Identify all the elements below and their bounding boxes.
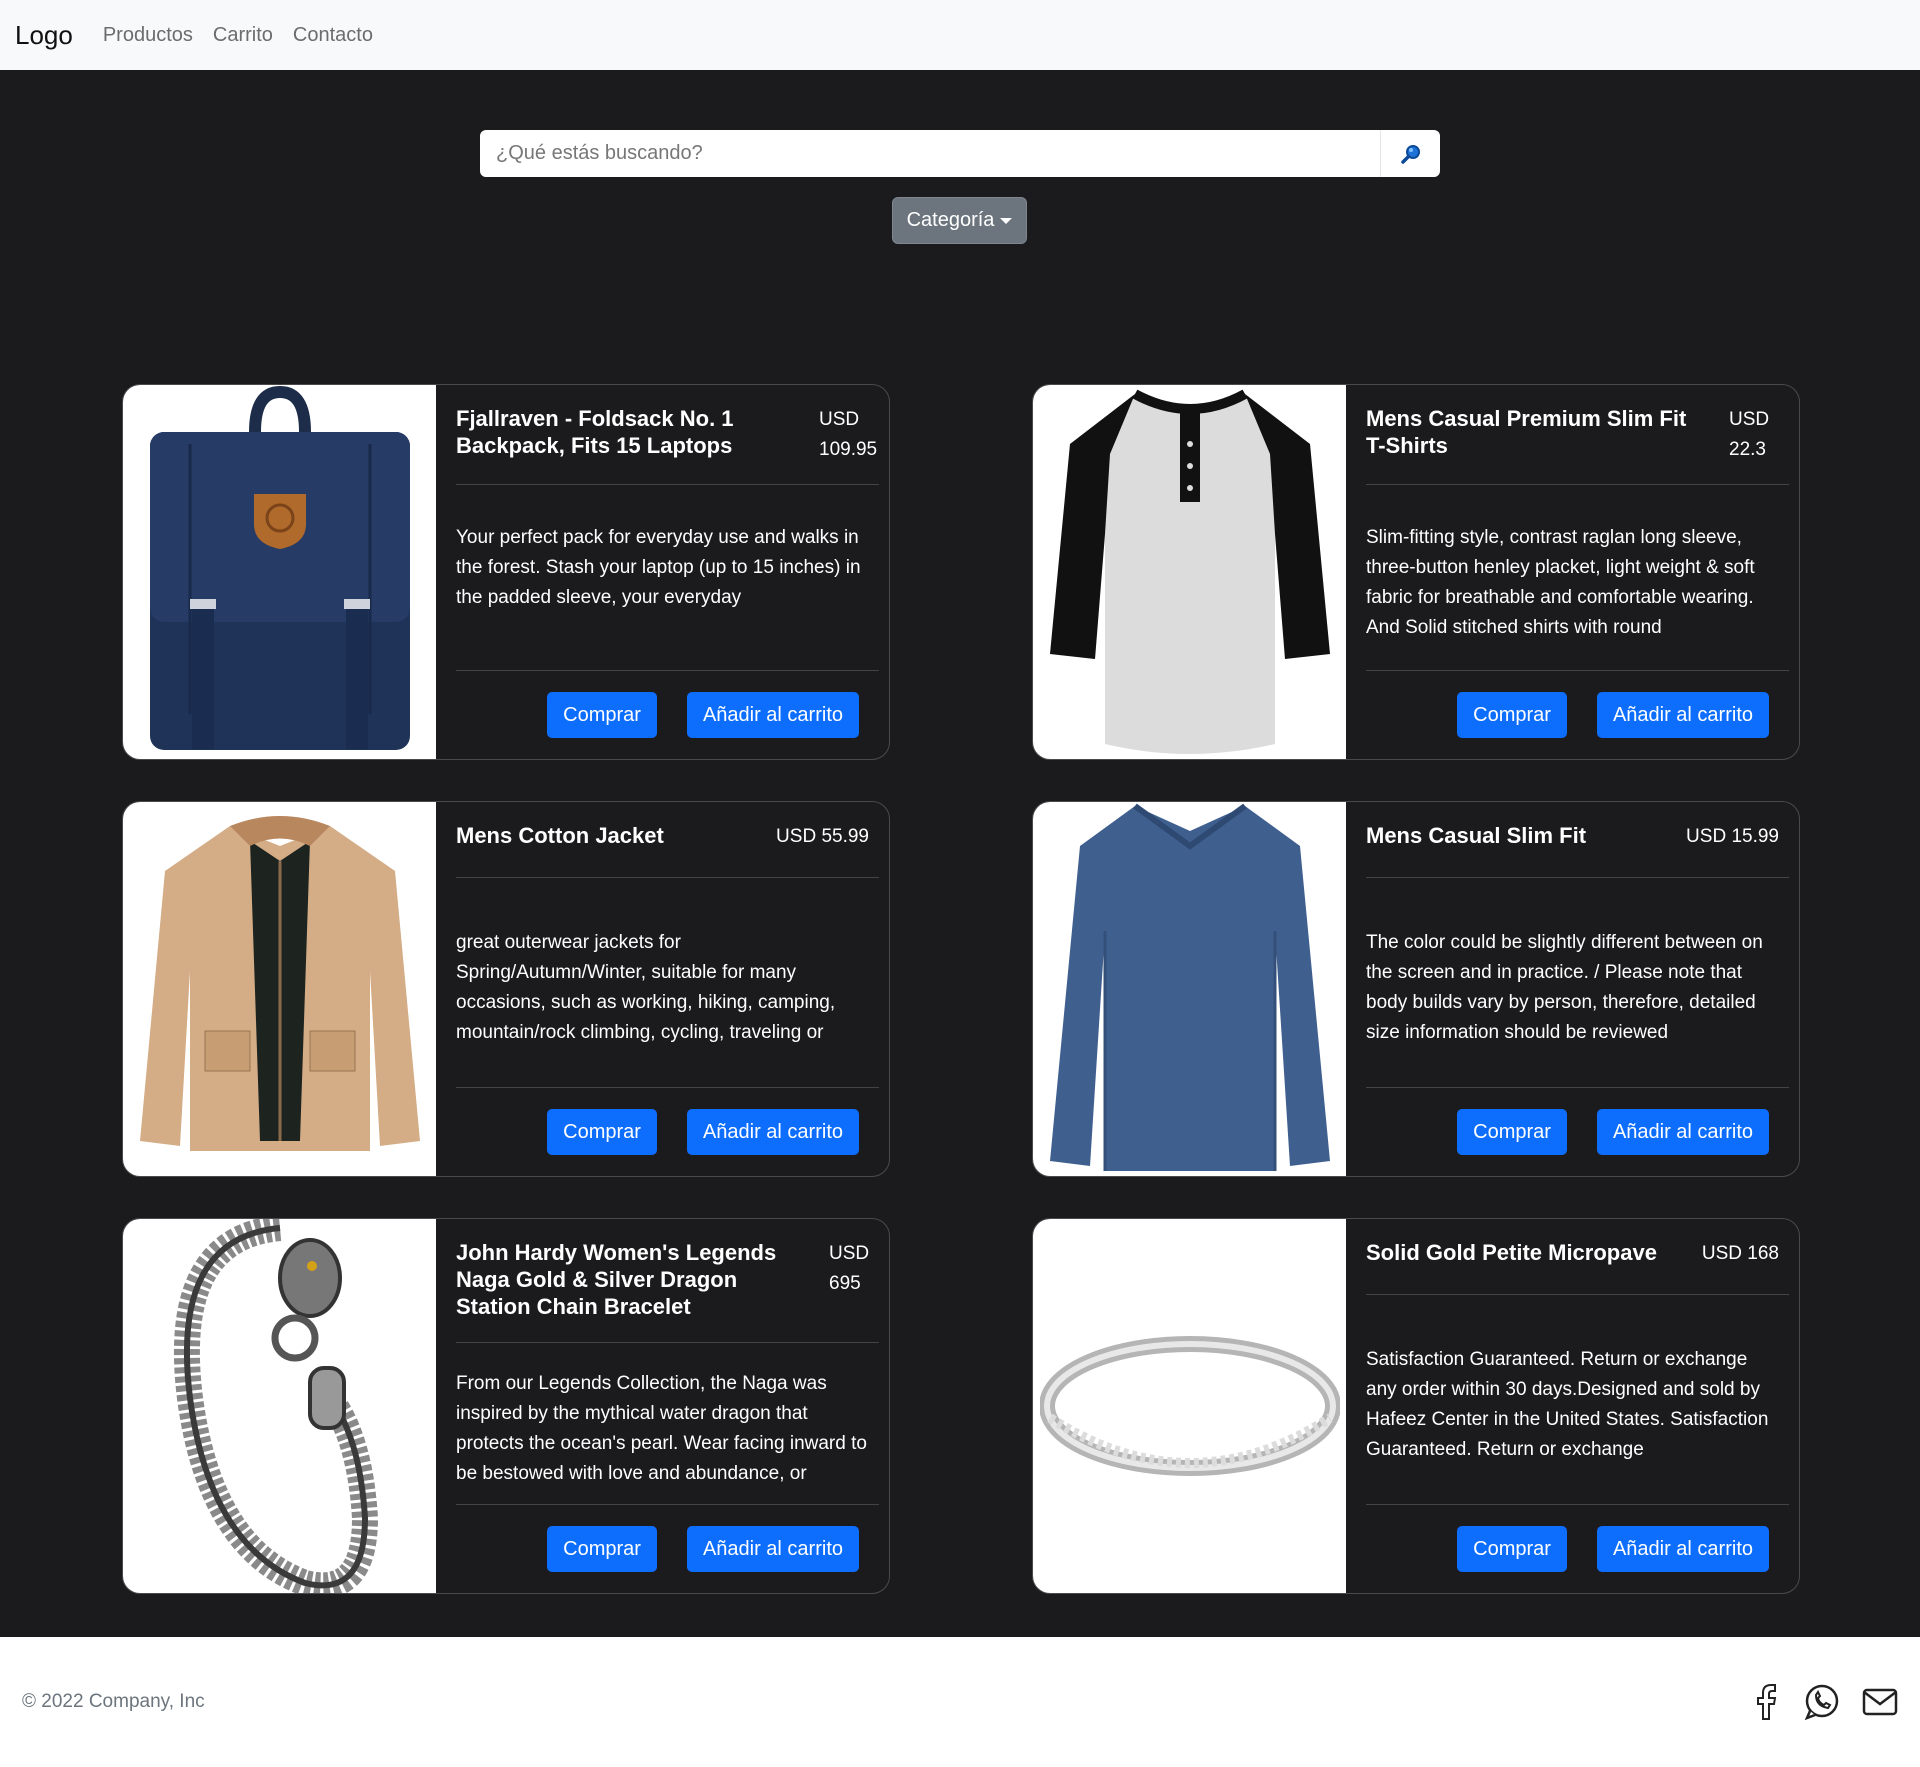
search-icon xyxy=(1400,144,1420,164)
product-card-header: John Hardy Women's Legends Naga Gold & S… xyxy=(456,1219,879,1343)
product-card-footer: Comprar Añadir al carrito xyxy=(456,671,879,759)
nav-link-productos[interactable]: Productos xyxy=(103,24,193,47)
product-description: Satisfaction Guaranteed. Return or excha… xyxy=(1366,1295,1789,1505)
product-card: Mens Cotton Jacket USD 55.99 great outer… xyxy=(122,801,890,1177)
product-card: Fjallraven - Foldsack No. 1 Backpack, Fi… xyxy=(122,384,890,760)
ring-image xyxy=(1039,1336,1340,1476)
product-image xyxy=(123,802,436,1176)
product-price: USD 22.3 xyxy=(1729,409,1770,460)
add-to-cart-button[interactable]: Añadir al carrito xyxy=(686,1109,859,1155)
product-card-body: Solid Gold Petite Micropave USD 168 Sati… xyxy=(1346,1219,1799,1593)
brand-logo[interactable]: Logo xyxy=(15,20,73,51)
product-card-body: Mens Casual Slim Fit USD 15.99 The color… xyxy=(1346,802,1799,1176)
product-card-header: Mens Casual Slim Fit USD 15.99 xyxy=(1366,802,1789,878)
product-description: The color could be slightly different be… xyxy=(1366,878,1789,1088)
buy-button[interactable]: Comprar xyxy=(1457,1526,1567,1572)
category-label: Categoría xyxy=(906,209,995,231)
copyright-text: © 2022 Company, Inc xyxy=(22,1691,205,1712)
product-title: Mens Casual Slim Fit xyxy=(1366,823,1587,848)
caret-down-icon xyxy=(1000,217,1013,224)
search-input[interactable] xyxy=(480,130,1380,177)
product-card-footer: Comprar Añadir al carrito xyxy=(456,1505,879,1593)
social-links xyxy=(1752,1683,1898,1721)
add-to-cart-button[interactable]: Añadir al carrito xyxy=(1596,1526,1769,1572)
backpack-image xyxy=(149,385,410,750)
category-dropdown[interactable]: Categoría xyxy=(892,197,1027,244)
product-description: Your perfect pack for everyday use and w… xyxy=(456,485,879,671)
mail-icon[interactable] xyxy=(1862,1687,1898,1717)
product-card-header: Mens Casual Premium Slim Fit T-Shirts US… xyxy=(1366,385,1789,485)
search-button[interactable] xyxy=(1380,130,1440,177)
bracelet-image xyxy=(173,1219,378,1593)
facebook-icon[interactable] xyxy=(1752,1683,1782,1721)
product-image xyxy=(1033,385,1346,759)
buy-button[interactable]: Comprar xyxy=(547,692,657,738)
product-card-footer: Comprar Añadir al carrito xyxy=(1366,1505,1789,1593)
product-card: Solid Gold Petite Micropave USD 168 Sati… xyxy=(1032,1218,1800,1594)
product-description: great outerwear jackets for Spring/Autum… xyxy=(456,878,879,1088)
product-card-body: Fjallraven - Foldsack No. 1 Backpack, Fi… xyxy=(436,385,889,759)
product-card-body: Mens Casual Premium Slim Fit T-Shirts US… xyxy=(1346,385,1799,759)
nav-link-carrito[interactable]: Carrito xyxy=(213,24,273,47)
product-price: USD 15.99 xyxy=(1686,826,1779,847)
product-card: John Hardy Women's Legends Naga Gold & S… xyxy=(122,1218,890,1594)
product-card-header: Fjallraven - Foldsack No. 1 Backpack, Fi… xyxy=(456,385,879,485)
product-card-body: Mens Cotton Jacket USD 55.99 great outer… xyxy=(436,802,889,1176)
product-card-body: John Hardy Women's Legends Naga Gold & S… xyxy=(436,1219,889,1593)
product-image xyxy=(123,1219,436,1593)
buy-button[interactable]: Comprar xyxy=(547,1109,657,1155)
add-to-cart-button[interactable]: Añadir al carrito xyxy=(1596,692,1769,738)
product-price: USD 55.99 xyxy=(776,826,869,847)
footer: © 2022 Company, Inc xyxy=(0,1637,1920,1767)
whatsapp-icon[interactable] xyxy=(1804,1684,1840,1720)
product-image xyxy=(1033,1219,1346,1593)
product-card-footer: Comprar Añadir al carrito xyxy=(1366,671,1789,759)
product-title: Solid Gold Petite Micropave xyxy=(1366,1240,1657,1265)
buy-button[interactable]: Comprar xyxy=(1457,1109,1567,1155)
long-sleeve-shirt-image xyxy=(1049,803,1330,1171)
product-card-header: Mens Cotton Jacket USD 55.99 xyxy=(456,802,879,878)
product-card-header: Solid Gold Petite Micropave USD 168 xyxy=(1366,1219,1789,1295)
product-card: Mens Casual Premium Slim Fit T-Shirts US… xyxy=(1032,384,1800,760)
buy-button[interactable]: Comprar xyxy=(1457,692,1567,738)
product-image xyxy=(1033,802,1346,1176)
product-title: John Hardy Women's Legends Naga Gold & S… xyxy=(456,1240,777,1319)
product-title: Mens Casual Premium Slim Fit T-Shirts xyxy=(1366,406,1687,458)
product-card-footer: Comprar Añadir al carrito xyxy=(1366,1088,1789,1176)
product-description: Slim-fitting style, contrast raglan long… xyxy=(1366,485,1789,671)
product-price: USD 168 xyxy=(1701,1243,1779,1264)
buy-button[interactable]: Comprar xyxy=(547,1526,657,1572)
henley-shirt-image xyxy=(1049,389,1330,754)
product-card: Mens Casual Slim Fit USD 15.99 The color… xyxy=(1032,801,1800,1177)
product-card-footer: Comprar Añadir al carrito xyxy=(456,1088,879,1176)
product-title: Fjallraven - Foldsack No. 1 Backpack, Fi… xyxy=(456,406,734,458)
jacket-image xyxy=(139,816,420,1151)
product-description: From our Legends Collection, the Naga wa… xyxy=(456,1343,879,1505)
add-to-cart-button[interactable]: Añadir al carrito xyxy=(686,1526,859,1572)
nav-link-contacto[interactable]: Contacto xyxy=(293,24,373,47)
product-title: Mens Cotton Jacket xyxy=(456,823,664,848)
product-image xyxy=(123,385,436,759)
search-bar xyxy=(480,130,1440,177)
navbar: Logo Productos Carrito Contacto xyxy=(0,0,1920,70)
product-price: USD 695 xyxy=(829,1243,870,1294)
add-to-cart-button[interactable]: Añadir al carrito xyxy=(1596,1109,1769,1155)
product-price: USD 109.95 xyxy=(819,409,878,460)
add-to-cart-button[interactable]: Añadir al carrito xyxy=(686,692,859,738)
